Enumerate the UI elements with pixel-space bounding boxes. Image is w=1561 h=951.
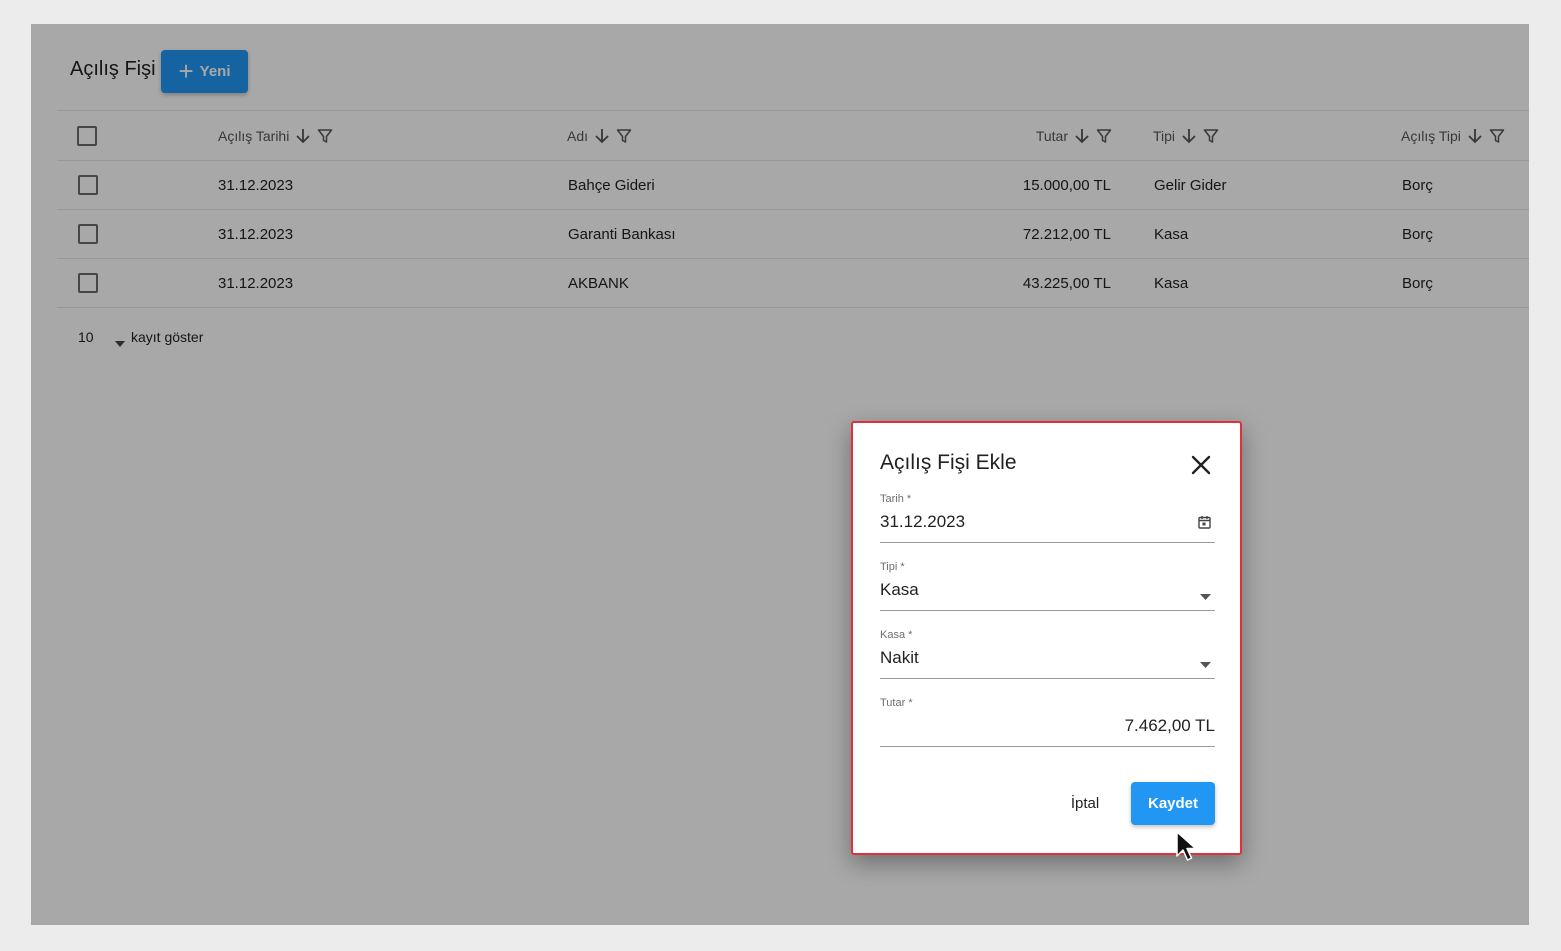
cash-select[interactable]: Kasa * Nakit [880,629,1215,679]
chevron-down-icon[interactable] [1200,587,1211,605]
date-field-label: Tarih * [880,493,912,505]
add-opening-slip-dialog: Açılış Fişi Ekle Tarih * 31.12.2023 Tipi… [851,421,1242,855]
app-window: Açılış Fişi + Yeni Açılış Tarihi Adı Tut… [31,24,1529,925]
cash-select-label: Kasa * [880,629,913,641]
amount-field-value[interactable]: 7.462,00 TL [1125,716,1215,736]
amount-field[interactable]: Tutar * 7.462,00 TL [880,697,1215,747]
type-select-value[interactable]: Kasa [880,580,919,600]
close-icon[interactable] [1189,453,1213,477]
modal-overlay[interactable] [31,24,1529,925]
type-select[interactable]: Tipi * Kasa [880,561,1215,611]
chevron-down-icon[interactable] [1200,655,1211,673]
dialog-title: Açılış Fişi Ekle [880,451,1017,474]
cancel-button[interactable]: İptal [1061,783,1109,823]
cash-select-value[interactable]: Nakit [880,648,919,668]
date-field-value[interactable]: 31.12.2023 [880,512,965,532]
amount-field-label: Tutar * [880,697,913,709]
save-button[interactable]: Kaydet [1131,782,1215,825]
mouse-cursor-icon [1175,831,1197,868]
date-field[interactable]: Tarih * 31.12.2023 [880,493,1215,543]
calendar-icon[interactable] [1198,515,1211,534]
type-select-label: Tipi * [880,561,905,573]
